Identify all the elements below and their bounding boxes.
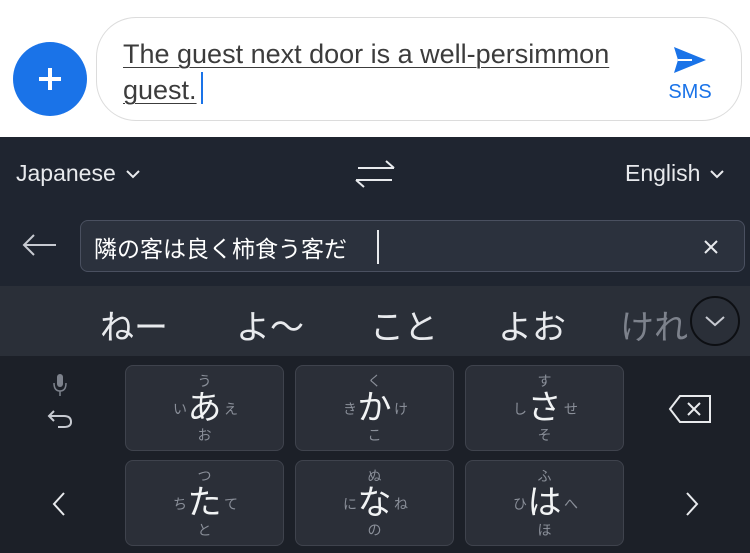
microphone-icon bbox=[53, 374, 67, 396]
send-sms-button[interactable]: SMS bbox=[668, 45, 712, 111]
source-language-label: Japanese bbox=[16, 160, 116, 186]
target-language-label: English bbox=[625, 160, 701, 186]
key-ta-row[interactable]: つ ち た て と bbox=[125, 460, 284, 546]
chevron-down-icon bbox=[705, 316, 725, 327]
backspace-icon bbox=[668, 395, 711, 423]
key-flick-down: と bbox=[197, 523, 212, 539]
send-label: SMS bbox=[668, 81, 712, 103]
suggestion-item[interactable]: よ〜 bbox=[236, 300, 304, 349]
chevron-left-icon bbox=[52, 492, 65, 516]
chevron-down-icon bbox=[126, 169, 140, 178]
chevron-right-icon bbox=[686, 492, 699, 516]
suggestion-item[interactable]: けれ bbox=[620, 300, 688, 349]
voice-input-button[interactable] bbox=[50, 372, 70, 402]
key-main-char: あ bbox=[187, 388, 222, 428]
chevron-down-icon bbox=[710, 169, 725, 178]
cursor-right-button[interactable] bbox=[683, 490, 701, 522]
undo-button[interactable] bbox=[46, 407, 74, 433]
clear-text-button[interactable] bbox=[700, 236, 722, 262]
swap-languages-button[interactable] bbox=[352, 158, 398, 194]
key-main-char: は bbox=[527, 483, 562, 523]
close-icon bbox=[704, 240, 718, 254]
key-flick-right: せ bbox=[564, 402, 578, 418]
text-cursor bbox=[201, 72, 203, 104]
key-ka-row[interactable]: く き か け こ bbox=[295, 365, 454, 451]
arrow-left-icon bbox=[22, 234, 56, 256]
key-main-char: か bbox=[357, 388, 392, 428]
add-attachment-button[interactable] bbox=[13, 42, 87, 116]
target-language-selector[interactable]: English bbox=[625, 160, 725, 187]
key-sa-row[interactable]: す し さ せ そ bbox=[465, 365, 624, 451]
key-na-row[interactable]: ぬ に な ね の bbox=[295, 460, 454, 546]
key-flick-down: こ bbox=[367, 428, 382, 444]
key-flick-right: ね bbox=[394, 497, 408, 513]
key-main-char: さ bbox=[527, 388, 562, 428]
suggestion-item[interactable]: よお bbox=[498, 300, 566, 349]
suggestion-item[interactable]: こと bbox=[370, 300, 438, 349]
key-flick-down: お bbox=[197, 428, 212, 444]
text-cursor bbox=[377, 230, 379, 264]
expand-suggestions-button[interactable] bbox=[690, 296, 740, 346]
undo-icon bbox=[47, 410, 73, 428]
cursor-left-button[interactable] bbox=[50, 490, 68, 522]
key-flick-down: そ bbox=[537, 428, 552, 444]
suggestion-item[interactable]: ねー bbox=[100, 300, 168, 349]
translate-source-text: 隣の客は良く柿食う客だ bbox=[94, 237, 347, 263]
key-flick-right: へ bbox=[564, 497, 578, 513]
key-main-char: な bbox=[357, 483, 392, 523]
key-a-row[interactable]: う い あ え お bbox=[125, 365, 284, 451]
key-flick-down: の bbox=[367, 523, 382, 539]
key-ha-row[interactable]: ふ ひ は へ ほ bbox=[465, 460, 624, 546]
key-main-char: た bbox=[187, 483, 222, 523]
source-language-selector[interactable]: Japanese bbox=[16, 160, 140, 187]
key-flick-down: ほ bbox=[537, 523, 552, 539]
swap-icon bbox=[355, 160, 395, 188]
plus-icon bbox=[39, 68, 61, 90]
back-button[interactable] bbox=[20, 230, 58, 264]
key-flick-right: え bbox=[224, 402, 238, 418]
send-icon bbox=[674, 47, 706, 73]
message-text: The guest next door is a well-persimmon … bbox=[123, 39, 610, 105]
key-flick-right: け bbox=[394, 402, 408, 418]
backspace-button[interactable] bbox=[668, 394, 712, 428]
key-flick-right: て bbox=[224, 497, 238, 513]
